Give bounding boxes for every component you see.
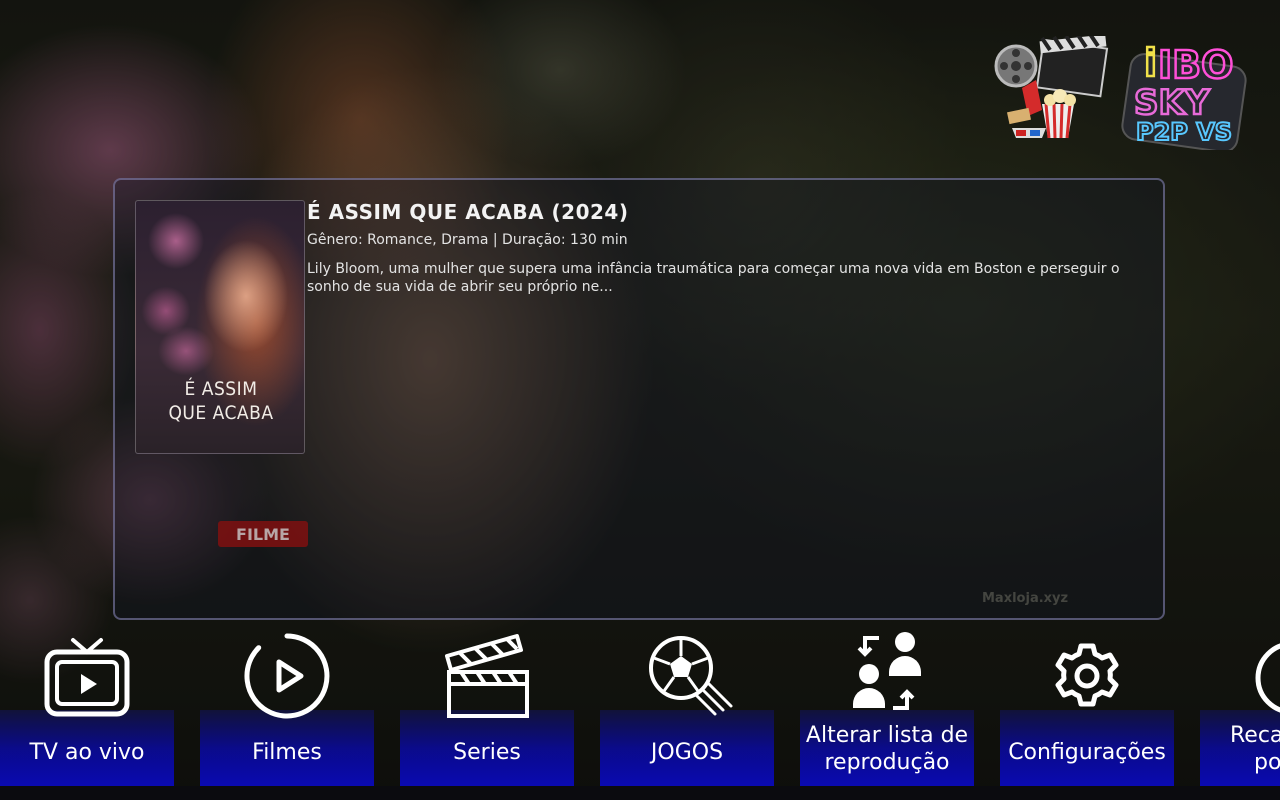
menu-item-jogos[interactable]: JOGOS: [600, 628, 774, 786]
poster-title: É ASSIM QUE ACABA: [146, 377, 296, 425]
menu-label-line1: Alterar lista de: [805, 723, 969, 748]
menu-label: JOGOS: [650, 740, 724, 765]
ibo-logo-text: IBO: [1158, 43, 1233, 87]
menu-label-line2: po: [1254, 750, 1280, 775]
menu-label: Configurações: [1008, 740, 1166, 765]
menu-label: Reca po: [1230, 722, 1280, 776]
poster-title-line1: É ASSIM: [184, 378, 258, 400]
soccer-ball-icon: [649, 636, 733, 716]
type-badge: FILME: [218, 521, 308, 547]
menu-item-configuracoes[interactable]: Configurações: [1000, 628, 1174, 786]
tv-icon: [44, 638, 130, 717]
menu-label: Filmes: [252, 740, 322, 765]
bottom-strip: [0, 786, 1280, 800]
menu-item-series[interactable]: Series: [400, 628, 574, 786]
poster-title-line2: QUE ACABA: [168, 402, 274, 424]
cinema-logo-icon: [994, 36, 1109, 139]
menu-item-recarregar[interactable]: Reca po: [1200, 628, 1280, 786]
sky-logo-text: SKY: [1134, 83, 1210, 123]
movie-poster[interactable]: É ASSIM QUE ACABA: [135, 200, 305, 454]
watermark: Maxloja.xyz: [982, 591, 1069, 606]
p2pvs-logo-text: P2P VS: [1136, 118, 1232, 146]
switch-users-icon: [853, 632, 921, 710]
menu-item-filmes[interactable]: Filmes: [200, 628, 374, 786]
movie-meta: Gênero: Romance, Drama | Duração: 130 mi…: [307, 232, 628, 248]
svg-text:i: i: [1144, 41, 1157, 85]
reload-icon: [1255, 643, 1280, 713]
movie-title: É ASSIM QUE ACABA (2024): [307, 200, 629, 224]
clapperboard-icon: [445, 634, 529, 718]
gear-icon: [1055, 643, 1119, 707]
main-menu: TV ao vivo Filmes Series JOGOS Alterar l…: [0, 628, 1280, 800]
movie-description: Lily Bloom, uma mulher que supera uma in…: [307, 261, 1120, 295]
ibo-sky-logo-icon: i IBO SKY P2P VS: [1121, 40, 1247, 150]
menu-label-line2: reprodução: [824, 750, 950, 775]
menu-label: Alterar lista de reprodução: [800, 722, 974, 776]
menu-item-tv-ao-vivo[interactable]: TV ao vivo: [0, 628, 174, 786]
menu-label: Series: [453, 740, 521, 765]
menu-label-line1: Reca: [1230, 723, 1280, 748]
movie-info-card: É ASSIM QUE ACABA É ASSIM QUE ACABA (202…: [113, 178, 1165, 620]
play-circle-icon: [244, 633, 330, 719]
menu-label: TV ao vivo: [29, 740, 145, 765]
menu-item-alterar-lista[interactable]: Alterar lista de reprodução: [800, 628, 974, 786]
